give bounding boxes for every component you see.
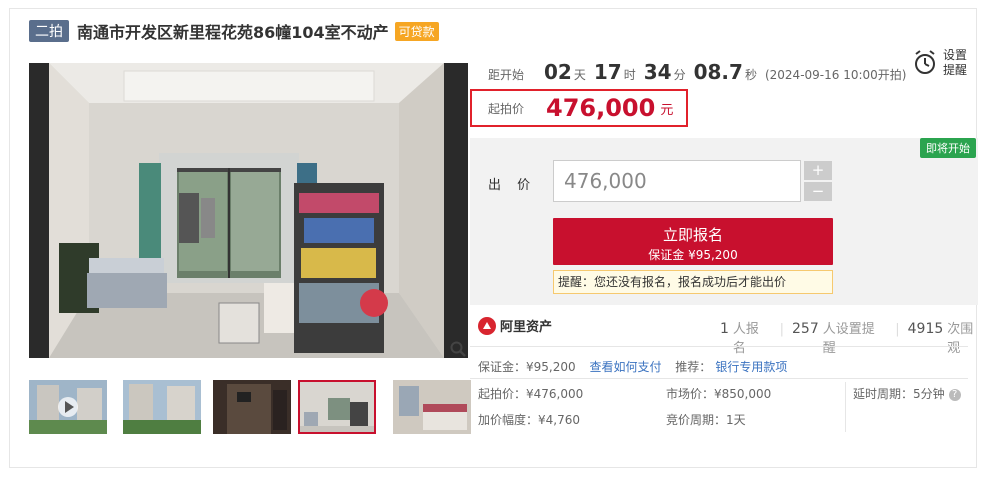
recommend-label: 推荐： (675, 360, 712, 374)
loan-available-badge: 可贷款 (394, 21, 439, 41)
stats-divider: | (779, 322, 785, 337)
deposit-info: 保证金：¥95,200 (478, 360, 576, 374)
thumbnail-video[interactable] (29, 380, 107, 434)
help-icon[interactable]: ? (948, 388, 961, 401)
title-row: 二拍 南通市开发区新里程花苑86幢104室不动产 可贷款 (29, 19, 439, 43)
auction-stats: 1 人报名 | 257 人设置提醒 | 4915 次围观 (720, 318, 986, 356)
registration-tip: 提醒：您还没有报名，报名成功后才能出价 (553, 270, 833, 294)
deposit-amount-label: 保证金 ¥95,200 (648, 248, 738, 262)
delay-period-detail: 延时周期：5分钟? (853, 385, 961, 402)
reminder-count: 257 (792, 321, 819, 337)
bid-panel: 即将开始 出 价 476,000 + − 立即报名 保证金 ¥95,200 提醒… (470, 138, 978, 305)
countdown-seconds: 08.7 (693, 60, 743, 84)
status-badge: 即将开始 (920, 138, 976, 158)
view-count-label: 次围观 (947, 322, 974, 356)
register-now-button[interactable]: 立即报名 保证金 ¥95,200 (553, 218, 833, 265)
increase-bid-button[interactable]: + (804, 161, 832, 180)
signup-count-label: 人报名 (732, 322, 759, 356)
divider (845, 382, 846, 432)
zoom-icon[interactable] (449, 340, 467, 358)
how-to-pay-link[interactable]: 查看如何支付 (589, 360, 661, 374)
set-reminder-button[interactable]: 设置提醒 (913, 48, 969, 78)
ali-assets-logo-icon (478, 316, 496, 335)
bid-label: 出 价 (488, 178, 537, 193)
market-price-detail: 市场价：¥850,000 (666, 387, 772, 401)
countdown-days: 02 (544, 60, 572, 84)
thumbnail-bedroom[interactable] (393, 380, 471, 434)
bid-period-detail: 竞价周期：1天 (666, 413, 746, 427)
bank-payment-link[interactable]: 银行专用款项 (715, 360, 787, 374)
countdown-hours-unit: 时 (623, 68, 636, 82)
increment-detail: 加价幅度：¥4,760 (478, 413, 580, 427)
countdown-days-unit: 天 (573, 68, 586, 82)
countdown: 距开始 02 天 17 时 34 分 08.7 秒 (2024-09-16 10… (488, 60, 906, 84)
start-price-unit: 元 (660, 102, 674, 118)
auction-start-time: (2024-09-16 10:00开拍) (764, 68, 907, 82)
thumbnail-building[interactable] (123, 380, 201, 434)
deposit-row: 保证金：¥95,200 查看如何支付 推荐： 银行专用款项 (478, 358, 787, 375)
countdown-hours: 17 (593, 60, 622, 84)
bid-amount-input[interactable]: 476,000 (553, 160, 801, 202)
bid-stepper: + − (804, 161, 832, 203)
view-count: 4915 (907, 321, 944, 337)
thumbnail-door[interactable] (213, 380, 291, 434)
reminder-count-label: 人设置提醒 (822, 322, 875, 356)
register-now-label: 立即报名 (662, 226, 723, 244)
start-price-label: 起拍价 (488, 101, 525, 116)
platform-logo[interactable]: 阿里资产 (478, 316, 552, 335)
countdown-label: 距开始 (488, 68, 525, 82)
start-price-box: 起拍价 476,000 元 (470, 89, 688, 127)
signup-count: 1 (720, 321, 729, 337)
start-price-value: 476,000 (546, 94, 656, 122)
divider (470, 378, 968, 379)
delay-period-label: 延时周期：5分钟 (853, 387, 945, 401)
countdown-seconds-unit: 秒 (744, 68, 757, 82)
stats-divider: | (895, 322, 900, 337)
thumbnail-living-room[interactable] (298, 380, 376, 434)
set-reminder-label: 设置提醒 (943, 48, 968, 77)
alarm-clock-icon (915, 50, 935, 74)
divider (470, 346, 968, 347)
countdown-minutes-unit: 分 (673, 68, 686, 82)
decrease-bid-button[interactable]: − (804, 182, 832, 201)
page-title: 南通市开发区新里程花苑86幢104室不动产 (77, 23, 389, 42)
platform-name: 阿里资产 (500, 320, 553, 335)
start-price-detail: 起拍价：¥476,000 (478, 387, 584, 401)
main-property-photo[interactable] (29, 63, 468, 358)
auction-round-tag: 二拍 (29, 20, 69, 42)
countdown-minutes: 34 (643, 60, 672, 84)
